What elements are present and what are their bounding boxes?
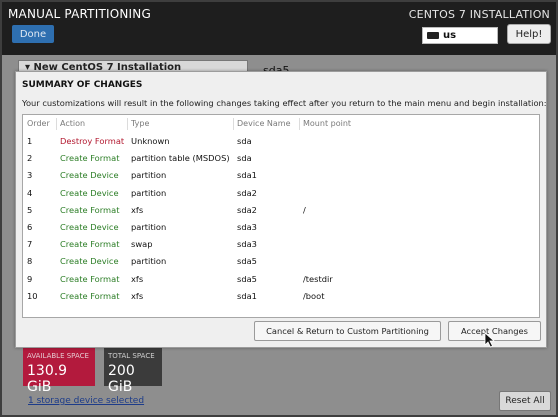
keyboard-layout-selector[interactable]: us xyxy=(422,27,498,44)
cell-type: swap xyxy=(131,239,153,250)
table-row[interactable]: 3 Create Device partition sda1 xyxy=(23,167,539,184)
mouse-pointer-icon xyxy=(484,332,496,348)
header-bar: MANUAL PARTITIONING Done CENTOS 7 INSTAL… xyxy=(0,0,558,55)
changes-table: Order Action Type Device Name Mount poin… xyxy=(22,114,540,318)
column-header-mount-point[interactable]: Mount point xyxy=(303,119,351,128)
cell-type: xfs xyxy=(131,290,144,301)
cell-order: 4 xyxy=(27,187,33,198)
cell-device-name: sda2 xyxy=(237,204,257,215)
cell-device-name: sda1 xyxy=(237,290,257,301)
cell-order: 1 xyxy=(27,136,33,146)
help-button[interactable]: Help! xyxy=(507,24,551,44)
total-space-value: 200 GiB xyxy=(108,363,135,395)
cell-action: Create Device xyxy=(60,221,119,232)
cell-device-name: sda1 xyxy=(237,170,257,181)
cell-order: 3 xyxy=(27,170,33,181)
cell-order: 10 xyxy=(27,290,38,301)
cell-action: Create Device xyxy=(60,170,119,181)
column-header-type[interactable]: Type xyxy=(131,119,149,128)
cell-action: Create Format xyxy=(60,153,120,164)
table-row[interactable]: 2 Create Format partition table (MSDOS) … xyxy=(23,150,539,167)
cell-type: xfs xyxy=(131,273,144,284)
column-header-device-name[interactable]: Device Name xyxy=(237,119,291,128)
column-divider xyxy=(56,118,57,130)
cell-mount-point: / xyxy=(303,204,306,215)
cell-order: 9 xyxy=(27,273,33,284)
done-button[interactable]: Done xyxy=(12,25,54,43)
column-header-order[interactable]: Order xyxy=(27,119,50,128)
cell-device-name: sda3 xyxy=(237,221,257,232)
changes-table-body: 1 Destroy Format Unknown sda 2 Create Fo… xyxy=(23,133,539,305)
available-space-box: AVAILABLE SPACE 130.9 GiB xyxy=(23,348,95,395)
keyboard-icon xyxy=(427,32,439,39)
available-space-value: 130.9 GiB xyxy=(27,363,68,395)
cell-device-name: sda5 xyxy=(237,256,257,267)
cell-order: 8 xyxy=(27,256,33,267)
table-row[interactable]: 4 Create Device partition sda2 xyxy=(23,185,539,202)
cell-action: Create Device xyxy=(60,256,119,267)
cell-device-name: sda5 xyxy=(237,273,257,284)
column-divider xyxy=(233,118,234,130)
table-row[interactable]: 5 Create Format xfs sda2 / xyxy=(23,202,539,219)
total-space-box: TOTAL SPACE 200 GiB xyxy=(104,348,162,395)
cell-action: Destroy Format xyxy=(60,136,125,146)
cell-device-name: sda xyxy=(237,153,252,164)
cell-order: 5 xyxy=(27,204,33,215)
cell-type: Unknown xyxy=(131,136,170,146)
total-space-label: TOTAL SPACE xyxy=(108,352,155,360)
cell-action: Create Device xyxy=(60,187,119,198)
summary-of-changes-dialog: SUMMARY OF CHANGES Your customizations w… xyxy=(15,71,547,348)
cell-action: Create Format xyxy=(60,204,120,215)
cell-action: Create Format xyxy=(60,239,120,250)
cell-order: 7 xyxy=(27,239,33,250)
column-divider xyxy=(127,118,128,130)
cell-type: xfs xyxy=(131,204,144,215)
installation-title: CENTOS 7 INSTALLATION xyxy=(408,8,550,21)
cell-type: partition xyxy=(131,170,167,181)
column-divider xyxy=(299,118,300,130)
table-row[interactable]: 8 Create Device partition sda5 xyxy=(23,253,539,270)
keyboard-layout-label: us xyxy=(443,30,457,41)
cell-action: Create Format xyxy=(60,290,120,301)
page-title: MANUAL PARTITIONING xyxy=(8,7,151,21)
cell-order: 2 xyxy=(27,153,33,164)
cell-device-name: sda2 xyxy=(237,187,257,198)
available-space-label: AVAILABLE SPACE xyxy=(27,352,89,360)
cell-type: partition table (MSDOS) xyxy=(131,153,230,164)
dialog-title: SUMMARY OF CHANGES xyxy=(22,80,143,90)
cell-order: 6 xyxy=(27,221,33,232)
cancel-return-button[interactable]: Cancel & Return to Custom Partitioning xyxy=(254,321,441,341)
table-row[interactable]: 7 Create Format swap sda3 xyxy=(23,236,539,253)
cell-mount-point: /boot xyxy=(303,290,325,301)
cell-device-name: sda xyxy=(237,136,252,146)
table-row[interactable]: 9 Create Format xfs sda5 /testdir xyxy=(23,271,539,288)
reset-all-button[interactable]: Reset All xyxy=(499,391,551,411)
cell-type: partition xyxy=(131,221,167,232)
table-row[interactable]: 10 Create Format xfs sda1 /boot xyxy=(23,288,539,305)
column-header-action[interactable]: Action xyxy=(60,119,85,128)
cell-type: partition xyxy=(131,187,167,198)
table-row[interactable]: 1 Destroy Format Unknown sda xyxy=(23,133,539,150)
cell-type: partition xyxy=(131,256,167,267)
table-row[interactable]: 6 Create Device partition sda3 xyxy=(23,219,539,236)
cell-device-name: sda3 xyxy=(237,239,257,250)
storage-devices-link[interactable]: 1 storage device selected xyxy=(28,396,144,406)
cell-action: Create Format xyxy=(60,273,120,284)
dialog-description: Your customizations will result in the f… xyxy=(22,98,547,108)
cell-mount-point: /testdir xyxy=(303,273,333,284)
